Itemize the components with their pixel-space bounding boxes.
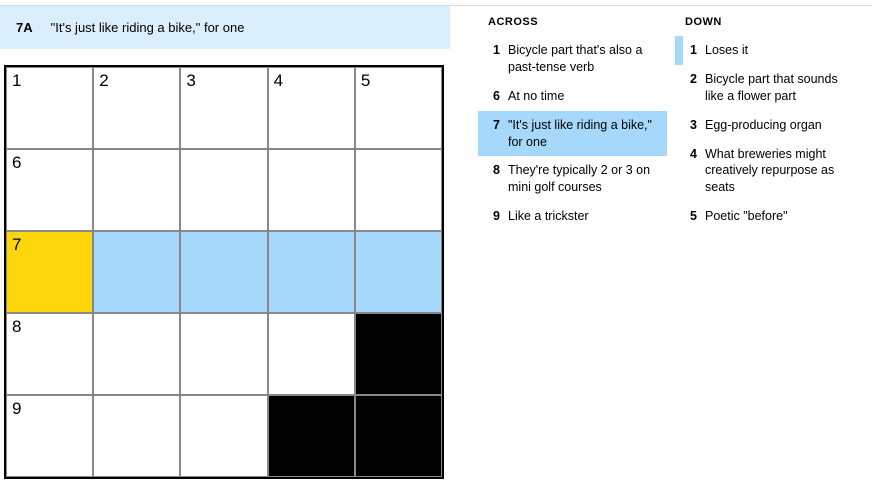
down-clue-5[interactable]: 5Poetic "before" bbox=[675, 202, 864, 231]
crossword-board: 1 2 3 4 5 6 7 8 9 bbox=[4, 65, 444, 479]
cell[interactable] bbox=[355, 149, 442, 231]
across-list[interactable]: 1Bicycle part that's also a past-tense v… bbox=[478, 36, 667, 496]
clue-number: 1 bbox=[490, 42, 508, 76]
board-row: 9 bbox=[6, 395, 442, 477]
cell-number: 8 bbox=[12, 317, 21, 337]
down-clue-2[interactable]: 2Bicycle part that sounds like a flower … bbox=[675, 65, 864, 111]
cell-number: 3 bbox=[186, 71, 195, 91]
cell[interactable]: 1 bbox=[6, 67, 93, 149]
across-header: ACROSS bbox=[478, 16, 667, 36]
board-row: 8 bbox=[6, 313, 442, 395]
clue-number: 6 bbox=[490, 88, 508, 105]
down-column: DOWN 1Loses it2Bicycle part that sounds … bbox=[675, 16, 864, 501]
clue-text: What breweries might creatively repurpos… bbox=[705, 146, 856, 197]
current-clue-bar[interactable]: 7A "It's just like riding a bike," for o… bbox=[0, 6, 450, 49]
board-row: 6 bbox=[6, 149, 442, 231]
cell-number: 9 bbox=[12, 399, 21, 419]
puzzle-panel: 7A "It's just like riding a bike," for o… bbox=[0, 6, 450, 501]
down-clue-1[interactable]: 1Loses it bbox=[675, 36, 864, 65]
across-clue-9[interactable]: 9Like a trickster bbox=[478, 202, 667, 231]
clue-number: 7 bbox=[490, 117, 508, 151]
cell-black bbox=[268, 395, 355, 477]
cell[interactable] bbox=[355, 231, 442, 313]
cell[interactable] bbox=[180, 231, 267, 313]
cell-number: 5 bbox=[361, 71, 370, 91]
cell[interactable] bbox=[268, 231, 355, 313]
cell[interactable]: 4 bbox=[268, 67, 355, 149]
cell[interactable] bbox=[180, 149, 267, 231]
current-clue-number: 7A bbox=[16, 20, 33, 35]
clue-text: Loses it bbox=[705, 42, 856, 59]
clue-number: 4 bbox=[687, 146, 705, 197]
clue-number: 9 bbox=[490, 208, 508, 225]
clue-text: Poetic "before" bbox=[705, 208, 856, 225]
cell[interactable] bbox=[180, 313, 267, 395]
clue-text: Egg-producing organ bbox=[705, 117, 856, 134]
down-clue-3[interactable]: 3Egg-producing organ bbox=[675, 111, 864, 140]
cell[interactable]: 7 bbox=[6, 231, 93, 313]
across-clue-6[interactable]: 6At no time bbox=[478, 82, 667, 111]
cell[interactable]: 8 bbox=[6, 313, 93, 395]
cell-number: 7 bbox=[12, 235, 21, 255]
cell-number: 1 bbox=[12, 71, 21, 91]
cell-number: 2 bbox=[99, 71, 108, 91]
cell[interactable] bbox=[93, 313, 180, 395]
cell-number: 4 bbox=[274, 71, 283, 91]
clue-number: 5 bbox=[687, 208, 705, 225]
cell[interactable]: 6 bbox=[6, 149, 93, 231]
cell-black bbox=[355, 313, 442, 395]
clue-number: 3 bbox=[687, 117, 705, 134]
clue-text: Like a trickster bbox=[508, 208, 659, 225]
clue-number: 1 bbox=[687, 42, 705, 59]
clue-text: "It's just like riding a bike," for one bbox=[508, 117, 659, 151]
board-row: 1 2 3 4 5 bbox=[6, 67, 442, 149]
across-clue-8[interactable]: 8They're typically 2 or 3 on mini golf c… bbox=[478, 156, 667, 202]
board-wrap: 1 2 3 4 5 6 7 8 9 bbox=[0, 49, 450, 479]
main-layout: 7A "It's just like riding a bike," for o… bbox=[0, 6, 872, 501]
cell[interactable] bbox=[268, 149, 355, 231]
cell-black bbox=[355, 395, 442, 477]
cell[interactable]: 2 bbox=[93, 67, 180, 149]
cell[interactable] bbox=[93, 231, 180, 313]
clue-lists: ACROSS 1Bicycle part that's also a past-… bbox=[450, 6, 872, 501]
down-list[interactable]: 1Loses it2Bicycle part that sounds like … bbox=[675, 36, 864, 496]
board-row: 7 bbox=[6, 231, 442, 313]
across-clue-7[interactable]: 7"It's just like riding a bike," for one bbox=[478, 111, 667, 157]
across-column: ACROSS 1Bicycle part that's also a past-… bbox=[478, 16, 667, 501]
cell[interactable] bbox=[180, 395, 267, 477]
down-header: DOWN bbox=[675, 16, 864, 36]
across-clue-1[interactable]: 1Bicycle part that's also a past-tense v… bbox=[478, 36, 667, 82]
cell[interactable] bbox=[93, 395, 180, 477]
current-clue-text: "It's just like riding a bike," for one bbox=[51, 20, 245, 35]
cell[interactable]: 3 bbox=[180, 67, 267, 149]
cell[interactable]: 9 bbox=[6, 395, 93, 477]
cell[interactable]: 5 bbox=[355, 67, 442, 149]
cell[interactable] bbox=[268, 313, 355, 395]
clue-text: Bicycle part that's also a past-tense ve… bbox=[508, 42, 659, 76]
clue-text: At no time bbox=[508, 88, 659, 105]
clue-number: 2 bbox=[687, 71, 705, 105]
down-clue-4[interactable]: 4What breweries might creatively repurpo… bbox=[675, 140, 864, 203]
clue-number: 8 bbox=[490, 162, 508, 196]
clue-text: Bicycle part that sounds like a flower p… bbox=[705, 71, 856, 105]
cell-number: 6 bbox=[12, 153, 21, 173]
cell[interactable] bbox=[93, 149, 180, 231]
clue-text: They're typically 2 or 3 on mini golf co… bbox=[508, 162, 659, 196]
